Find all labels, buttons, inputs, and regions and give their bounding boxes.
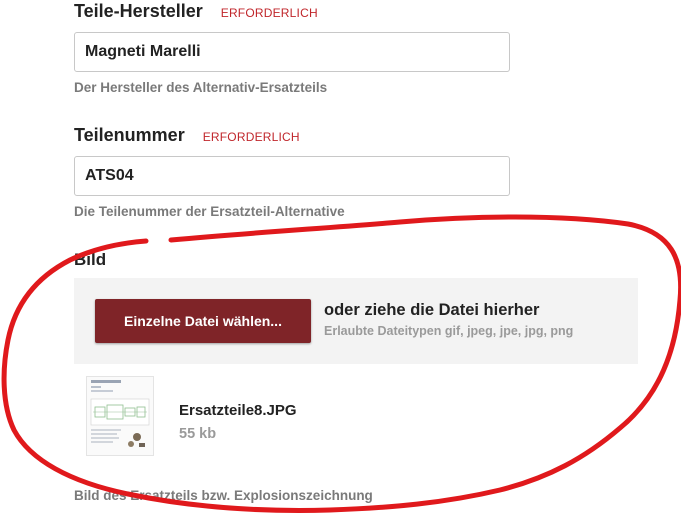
uploaded-file-item: Ersatzteile8.JPG 55 kb	[86, 376, 486, 460]
drop-instructions: oder ziehe die Datei hierher	[324, 301, 540, 319]
file-thumbnail-icon[interactable]	[86, 376, 154, 456]
file-size: 55 kb	[179, 426, 217, 442]
part-number-label: Teilenummer	[74, 125, 185, 145]
choose-file-button[interactable]: Einzelne Datei wählen...	[95, 299, 311, 343]
manufacturer-required-badge: ERFORDERLICH	[220, 6, 318, 20]
image-hint: Bild des Ersatzteils bzw. Explosionszeic…	[74, 488, 373, 503]
manufacturer-input[interactable]	[74, 32, 510, 72]
file-dropzone[interactable]: Einzelne Datei wählen... oder ziehe die …	[74, 278, 638, 364]
manufacturer-label: Teile-Hersteller	[74, 1, 203, 21]
part-number-required-badge: ERFORDERLICH	[202, 130, 300, 144]
manufacturer-label-row: Teile-Hersteller ERFORDERLICH	[74, 1, 318, 22]
part-number-hint: Die Teilenummer der Ersatzteil-Alternati…	[74, 204, 345, 219]
manufacturer-hint: Der Hersteller des Alternativ-Ersatzteil…	[74, 80, 328, 95]
part-number-label-row: Teilenummer ERFORDERLICH	[74, 125, 300, 146]
image-section-title: Bild	[74, 250, 107, 269]
part-number-input[interactable]	[74, 156, 510, 196]
allowed-file-types: Erlaubte Dateitypen gif, jpeg, jpe, jpg,…	[324, 324, 574, 338]
file-name: Ersatzteile8.JPG	[179, 402, 297, 419]
